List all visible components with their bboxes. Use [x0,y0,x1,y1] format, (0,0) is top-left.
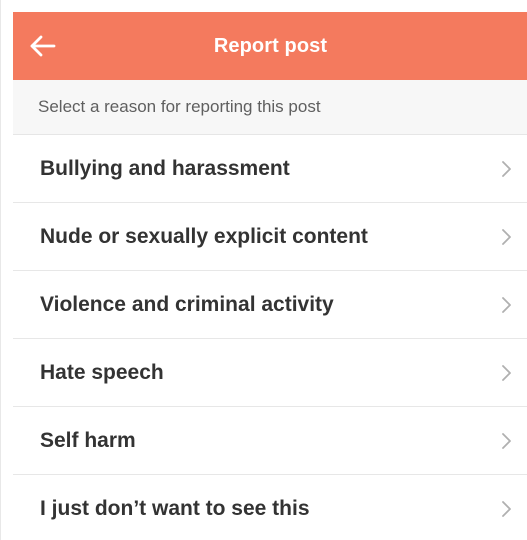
reason-label: Self harm [40,428,136,452]
reason-item-self-harm[interactable]: Self harm [13,407,527,475]
reason-list: Bullying and harassment Nude or sexually… [13,135,527,540]
reason-label: Hate speech [40,360,164,384]
chevron-right-icon [498,158,514,180]
instruction-text: Select a reason for reporting this post [38,97,321,116]
arrow-left-icon [30,35,56,57]
chevron-right-icon [498,226,514,248]
reason-item-bullying[interactable]: Bullying and harassment [13,135,527,203]
instruction-bar: Select a reason for reporting this post [13,80,527,135]
back-button[interactable] [28,31,58,61]
chevron-right-icon [498,430,514,452]
page-title: Report post [213,34,328,57]
reason-label: Nude or sexually explicit content [40,224,368,248]
chevron-right-icon [498,498,514,520]
reason-item-violence[interactable]: Violence and criminal activity [13,271,527,339]
chevron-right-icon [498,294,514,316]
chevron-right-icon [498,362,514,384]
reason-item-hate-speech[interactable]: Hate speech [13,339,527,407]
reason-label: Bullying and harassment [40,156,290,180]
reason-label: I just don’t want to see this [40,496,310,520]
reason-item-dont-want-to-see[interactable]: I just don’t want to see this [13,475,527,540]
report-post-screen: Report post Select a reason for reportin… [0,0,527,540]
reason-item-nudity[interactable]: Nude or sexually explicit content [13,203,527,271]
app-header: Report post [13,12,527,80]
reason-label: Violence and criminal activity [40,292,334,316]
